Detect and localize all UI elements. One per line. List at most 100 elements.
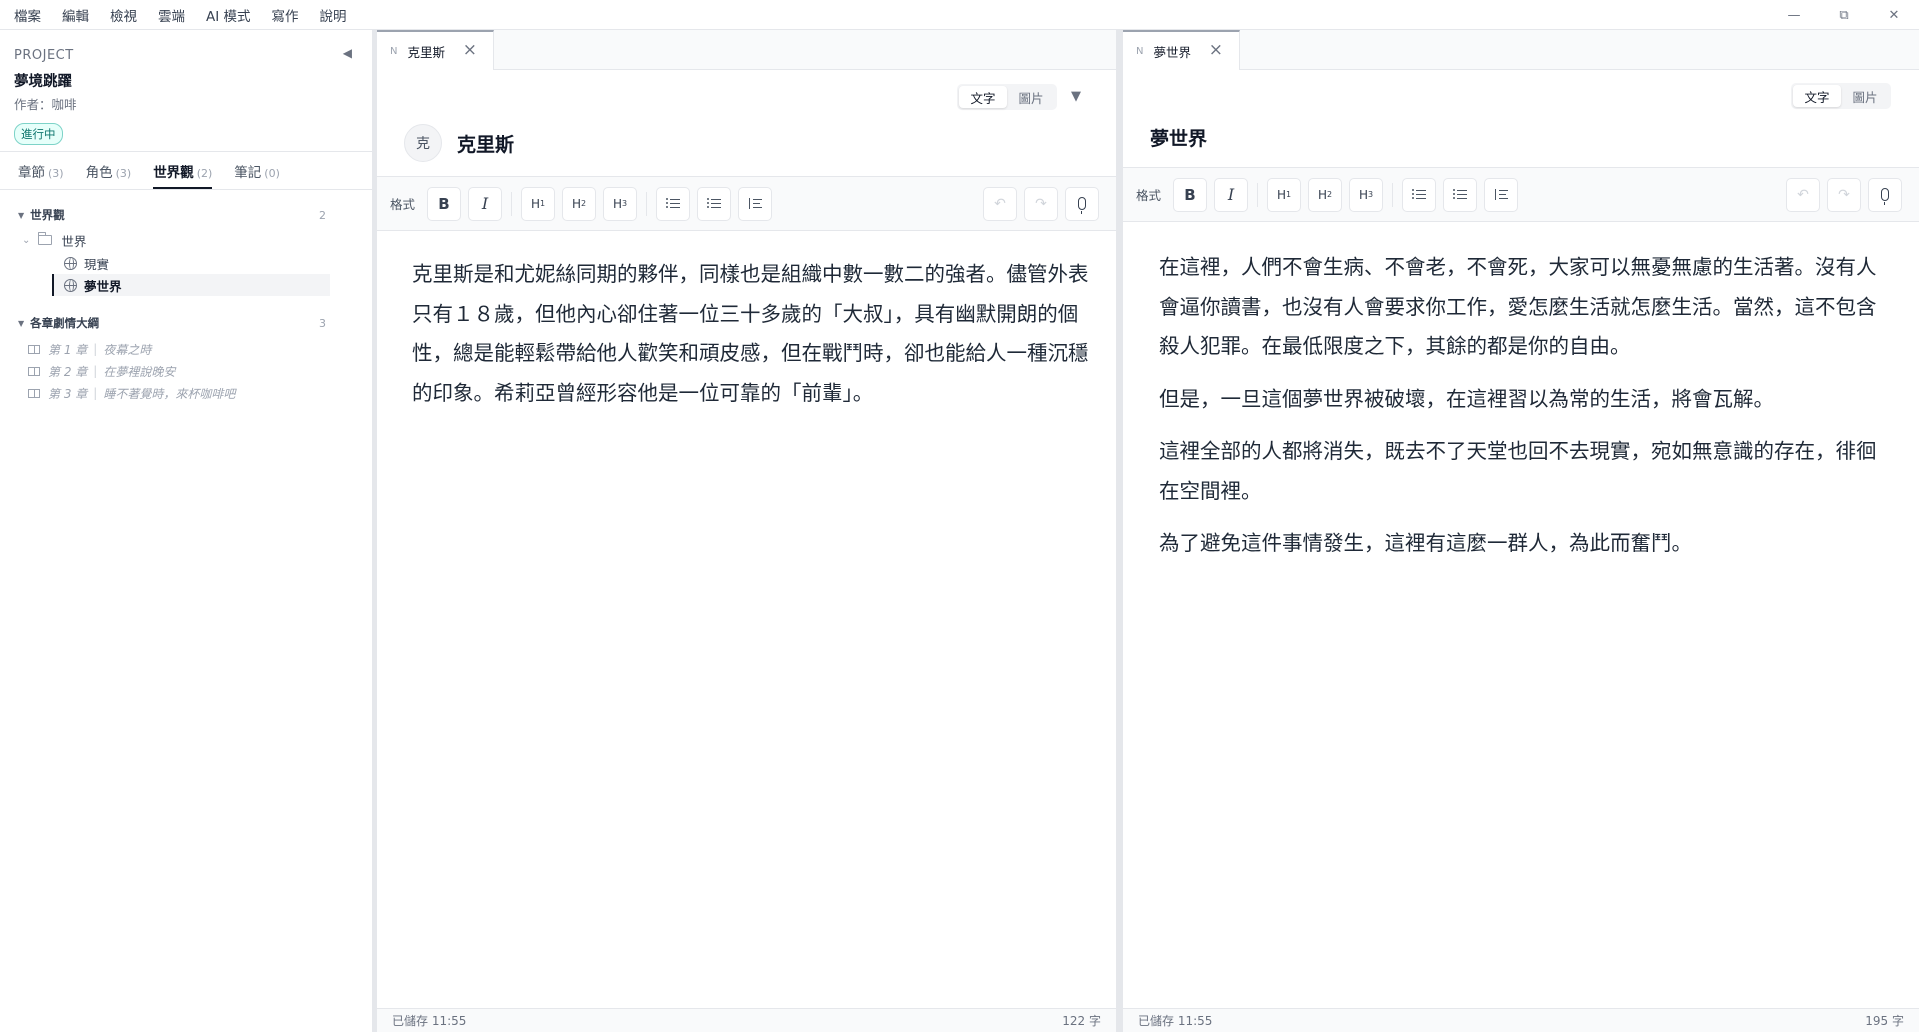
- doc-title[interactable]: 夢世界: [1150, 124, 1207, 151]
- blockquote-button[interactable]: [738, 186, 773, 221]
- tab-worldview[interactable]: 世界觀 (2): [153, 161, 213, 189]
- note-type-marker: N: [1136, 45, 1144, 57]
- status-footer: 已儲存 11:55 122 字: [377, 1008, 1116, 1032]
- heading1-button[interactable]: H1: [1267, 177, 1302, 212]
- menu-file[interactable]: 檔案: [14, 5, 41, 25]
- blockquote-icon: [748, 198, 762, 209]
- numbered-list-button[interactable]: [1443, 177, 1478, 212]
- project-header: PROJECT 夢境跳躍 作者：咖啡 進行中 ◀: [0, 30, 372, 152]
- section-title: 各章劇情大綱: [30, 316, 100, 330]
- editor-content[interactable]: 克里斯是和尤妮絲同期的夥伴，同樣也是組織中數一數二的強者。儘管外表只有１８歲，但…: [377, 255, 1116, 426]
- mode-text-button[interactable]: 文字: [1793, 85, 1841, 107]
- editor-content[interactable]: 在這裡，人們不會生病、不會老，不會死，大家可以無憂無慮的生活著。沒有人會逼你讀書…: [1123, 248, 1919, 577]
- numbered-list-button[interactable]: [697, 186, 732, 221]
- tab-label: 筆記: [234, 165, 262, 181]
- chapter-number: 第 2 章: [48, 364, 88, 379]
- blockquote-button[interactable]: [1484, 177, 1519, 212]
- redo-button[interactable]: ↷: [1024, 186, 1058, 221]
- outline-chapter-1[interactable]: 第 1 章 | 夜幕之時: [18, 338, 372, 360]
- heading-letter: H: [1276, 187, 1286, 202]
- chapter-number: 第 1 章: [48, 342, 88, 357]
- format-toolbar: 格式 B I H1 H2 H3 ↶ ↷: [377, 176, 1116, 231]
- restore-button[interactable]: ⧉: [1819, 0, 1869, 30]
- mode-image-button[interactable]: 圖片: [1841, 85, 1889, 107]
- chapter-number: 第 3 章: [48, 386, 88, 401]
- heading-level: 2: [1326, 190, 1333, 199]
- voice-input-button[interactable]: [1868, 177, 1902, 212]
- heading1-button[interactable]: H1: [521, 186, 556, 221]
- globe-icon: [64, 256, 77, 270]
- voice-input-button[interactable]: [1065, 186, 1099, 221]
- mode-image-button[interactable]: 圖片: [1007, 86, 1055, 108]
- tab-count: (0): [264, 167, 280, 180]
- section-worldview[interactable]: ▼ 世界觀 2: [18, 204, 372, 226]
- undo-button[interactable]: ↶: [983, 186, 1017, 221]
- menu-ai-mode[interactable]: AI 模式: [206, 5, 251, 25]
- toolbar-right-group: ↶ ↷: [1786, 177, 1909, 212]
- separator: |: [93, 342, 98, 356]
- collapse-sidebar-icon[interactable]: ◀: [343, 46, 352, 60]
- bold-button[interactable]: B: [1173, 177, 1208, 212]
- section-chapter-outline[interactable]: ▼ 各章劇情大綱 3: [18, 312, 372, 334]
- separator: |: [93, 364, 98, 378]
- toolbar-divider: [646, 191, 648, 216]
- section-count: 2: [319, 208, 326, 222]
- paragraph: 這裡全部的人都將消失，既去不了天堂也回不去現實，宛如無意識的存在，徘徊在空間裡。: [1159, 439, 1877, 503]
- undo-button[interactable]: ↶: [1786, 177, 1820, 212]
- heading3-button[interactable]: H3: [1349, 177, 1384, 212]
- toolbar-divider: [511, 191, 513, 216]
- italic-button[interactable]: I: [1214, 177, 1249, 212]
- paragraph: 為了避免這件事情發生，這裡有這麼一群人，為此而奮鬥。: [1159, 531, 1692, 555]
- outline-chapter-3[interactable]: 第 3 章 | 睡不著覺時，來杯咖啡吧: [18, 382, 372, 404]
- menu-writing[interactable]: 寫作: [272, 5, 299, 25]
- tab-count: (2): [196, 167, 213, 180]
- heading3-button[interactable]: H3: [603, 186, 638, 221]
- tab-notes[interactable]: 筆記 (0): [234, 161, 280, 189]
- microphone-icon: [1881, 188, 1889, 205]
- doc-tab-chris[interactable]: N 克里斯 ×: [377, 30, 494, 70]
- menu-edit[interactable]: 編輯: [62, 5, 89, 25]
- dropdown-triangle-icon[interactable]: ▼: [1071, 89, 1081, 104]
- redo-button[interactable]: ↷: [1827, 177, 1861, 212]
- section-title: 世界觀: [30, 208, 65, 222]
- editor-pane-right: N 夢世界 × 文字 圖片 夢世界 格式 B I H1 H2 H3 ↶ ↷ 在這…: [1123, 30, 1919, 1032]
- status-footer: 已儲存 11:55 195 字: [1123, 1008, 1919, 1032]
- paragraph: 但是，一旦這個夢世界被破壞，在這裡習以為常的生活，將會瓦解。: [1159, 386, 1774, 411]
- tab-chapters[interactable]: 章節 (3): [18, 161, 64, 189]
- bullet-list-button[interactable]: [1402, 177, 1437, 212]
- menu-help[interactable]: 說明: [320, 5, 347, 25]
- chapter-title: 睡不著覺時，來杯咖啡吧: [103, 386, 236, 401]
- tab-characters[interactable]: 角色 (3): [86, 161, 132, 189]
- status-badge: 進行中: [14, 123, 63, 145]
- separator: |: [93, 386, 98, 400]
- tab-count: (3): [115, 167, 132, 180]
- bold-button[interactable]: B: [427, 186, 462, 221]
- world-item-dream-world[interactable]: 夢世界: [52, 274, 330, 296]
- world-item-reality[interactable]: 現實: [18, 252, 330, 274]
- doc-tab-dream-world[interactable]: N 夢世界 ×: [1123, 30, 1240, 70]
- bullet-list-button[interactable]: [656, 186, 691, 221]
- sidebar: PROJECT 夢境跳躍 作者：咖啡 進行中 ◀ 章節 (3) 角色 (3) 世界觀…: [0, 30, 373, 1032]
- avatar[interactable]: 克: [404, 124, 442, 162]
- minimize-button[interactable]: —: [1769, 0, 1819, 30]
- doc-title[interactable]: 克里斯: [457, 130, 514, 157]
- menu-cloud[interactable]: 雲端: [158, 5, 185, 25]
- heading2-button[interactable]: H2: [562, 186, 597, 221]
- tabbar: N 夢世界 ×: [1123, 30, 1919, 70]
- book-icon: [28, 344, 40, 354]
- caret-down-icon: ▼: [18, 210, 25, 220]
- word-count: 195 字: [1865, 1014, 1904, 1028]
- heading2-button[interactable]: H2: [1308, 177, 1343, 212]
- italic-button[interactable]: I: [468, 186, 503, 221]
- paragraph: 在這裡，人們不會生病、不會老，不會死，大家可以無憂無慮的生活著。沒有人會逼你讀書…: [1159, 255, 1877, 358]
- globe-icon: [64, 278, 77, 292]
- close-icon[interactable]: ×: [1209, 42, 1223, 59]
- folder-world[interactable]: ⌄ 世界: [18, 229, 372, 251]
- close-icon[interactable]: ×: [463, 42, 477, 59]
- mode-text-button[interactable]: 文字: [959, 86, 1007, 108]
- menubar: 檔案 編輯 檢視 雲端 AI 模式 寫作 說明 — ⧉ ✕: [0, 0, 1919, 30]
- outline-chapter-2[interactable]: 第 2 章 | 在夢裡說晚安: [18, 360, 372, 382]
- menu-view[interactable]: 檢視: [110, 5, 137, 25]
- menu-items: 檔案 編輯 檢視 雲端 AI 模式 寫作 說明: [0, 5, 368, 25]
- close-window-button[interactable]: ✕: [1869, 0, 1919, 30]
